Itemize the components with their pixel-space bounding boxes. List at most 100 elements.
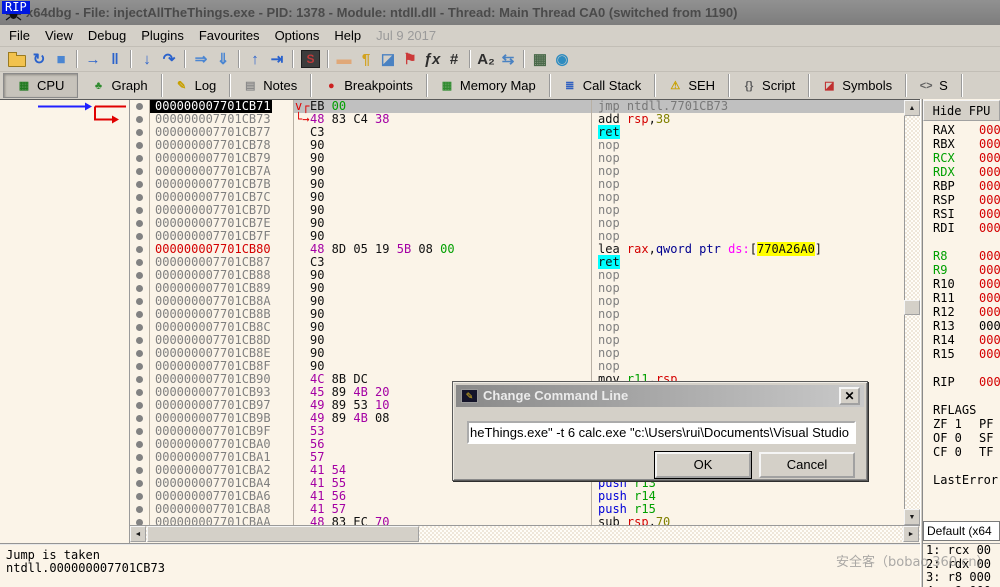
breakpoint-dot[interactable] — [136, 207, 143, 214]
menu-help[interactable]: Help — [334, 28, 361, 43]
register-row[interactable]: R10000 — [923, 277, 1000, 291]
ok-button[interactable]: OK — [655, 452, 751, 478]
register-row[interactable]: RBX000 — [923, 137, 1000, 151]
tab-source[interactable]: <>S — [906, 74, 962, 97]
menu-file[interactable]: File — [9, 28, 30, 43]
breakpoint-dot[interactable] — [136, 220, 143, 227]
breakpoint-dot[interactable] — [136, 246, 143, 253]
breakpoint-dot[interactable] — [136, 350, 143, 357]
breakpoint-dot[interactable] — [136, 194, 143, 201]
breakpoint-dot[interactable] — [136, 363, 143, 370]
breakpoint-dot[interactable] — [136, 506, 143, 513]
dialog-title-bar[interactable]: ✎ Change Command Line ✕ — [456, 385, 864, 407]
breakpoint-dot[interactable] — [136, 272, 143, 279]
scroll-left-icon[interactable]: ◄ — [130, 526, 146, 542]
run-until-user-code-icon[interactable]: ⇥ — [266, 49, 288, 69]
breakpoint-dot[interactable] — [136, 103, 143, 110]
breakpoint-dot[interactable] — [136, 116, 143, 123]
tab-call-stack[interactable]: ≣Call Stack — [550, 74, 656, 97]
register-row[interactable]: R12000 — [923, 305, 1000, 319]
hash-icon[interactable]: # — [443, 49, 465, 69]
register-row[interactable]: RSP000 — [923, 193, 1000, 207]
breakpoint-dot[interactable] — [136, 259, 143, 266]
register-row[interactable]: R9000 — [923, 263, 1000, 277]
tab-graph[interactable]: ♣Graph — [78, 74, 161, 97]
scroll-up-icon[interactable]: ▲ — [904, 100, 920, 116]
register-row[interactable]: R15000 — [923, 347, 1000, 361]
labels-icon[interactable]: ◪ — [377, 49, 399, 69]
tab-symbols[interactable]: ◪Symbols — [809, 74, 906, 97]
patches-icon[interactable]: ▬ — [333, 49, 355, 69]
breakpoint-dot[interactable] — [136, 298, 143, 305]
tab-notes[interactable]: ▤Notes — [230, 74, 311, 97]
disasm-vertical-scrollbar[interactable]: ▲ ▼ — [904, 100, 920, 525]
register-row[interactable]: OF 0SF — [923, 431, 1000, 445]
bookmarks-icon[interactable]: ⚑ — [399, 49, 421, 69]
tab-cpu[interactable]: ▦CPU — [3, 73, 78, 98]
register-row[interactable]: RFLAGS — [923, 403, 1000, 417]
menu-favourites[interactable]: Favourites — [199, 28, 260, 43]
breakpoint-dot[interactable] — [136, 311, 143, 318]
breakpoint-dot[interactable] — [136, 493, 143, 500]
step-over-icon[interactable]: ↷ — [158, 49, 180, 69]
tab-seh[interactable]: ⚠SEH — [655, 74, 729, 97]
restart-icon[interactable]: ↻ — [28, 49, 50, 69]
functions-icon[interactable]: ƒx — [421, 49, 443, 69]
assemble-icon[interactable]: A₂ — [475, 49, 497, 69]
breakpoint-dot[interactable] — [136, 376, 143, 383]
breakpoint-dot[interactable] — [136, 233, 143, 240]
cancel-button[interactable]: Cancel — [759, 452, 855, 478]
attach-icon[interactable]: ⇆ — [497, 49, 519, 69]
command-line-input[interactable] — [467, 421, 856, 444]
register-row[interactable]: RSI000 — [923, 207, 1000, 221]
breakpoint-dot[interactable] — [136, 389, 143, 396]
vertical-scroll-thumb[interactable] — [904, 300, 920, 315]
breakpoint-dot[interactable] — [136, 454, 143, 461]
register-row[interactable]: RDI000 — [923, 221, 1000, 235]
register-row[interactable]: LastError — [923, 473, 1000, 487]
register-row[interactable]: R14000 — [923, 333, 1000, 347]
tab-script[interactable]: {}Script — [729, 74, 809, 97]
step-out-icon[interactable]: ⇓ — [212, 49, 234, 69]
breakpoint-dot[interactable] — [136, 441, 143, 448]
horizontal-scroll-thumb[interactable] — [147, 526, 419, 542]
breakpoint-dot[interactable] — [136, 142, 143, 149]
register-row[interactable]: RBP000 — [923, 179, 1000, 193]
tab-memory-map[interactable]: ▦Memory Map — [427, 74, 550, 97]
menu-debug[interactable]: Debug — [88, 28, 126, 43]
register-row[interactable]: RAX000 — [923, 123, 1000, 137]
comments-icon[interactable]: ¶ — [355, 49, 377, 69]
execute-till-return-icon[interactable]: ⇒ — [190, 49, 212, 69]
title-bar[interactable]: x64dbg - File: injectAllTheThings.exe - … — [0, 0, 1000, 25]
menu-options[interactable]: Options — [275, 28, 320, 43]
tab-breakpoints[interactable]: ●Breakpoints — [311, 74, 427, 97]
register-row[interactable]: CF 0TF — [923, 445, 1000, 459]
scroll-down-icon[interactable]: ▼ — [904, 509, 920, 525]
breakpoint-dot[interactable] — [136, 168, 143, 175]
browser-icon[interactable]: ◉ — [551, 49, 573, 69]
breakpoint-dot[interactable] — [136, 402, 143, 409]
register-row[interactable]: ZF 1PF — [923, 417, 1000, 431]
register-row[interactable]: R8000 — [923, 249, 1000, 263]
tab-log[interactable]: ✎Log — [162, 74, 231, 97]
menu-plugins[interactable]: Plugins — [141, 28, 184, 43]
breakpoint-dot[interactable] — [136, 181, 143, 188]
breakpoint-dot[interactable] — [136, 337, 143, 344]
open-file-icon[interactable] — [6, 49, 28, 69]
breakpoint-dot[interactable] — [136, 415, 143, 422]
close-icon[interactable]: ■ — [50, 49, 72, 69]
calling-convention-select[interactable]: Default (x64 — [923, 521, 1000, 541]
register-row[interactable]: R11000 — [923, 291, 1000, 305]
run-to-user-code-icon[interactable]: ↑ — [244, 49, 266, 69]
pane-splitter[interactable] — [920, 99, 923, 587]
stop-icon[interactable]: S — [301, 50, 320, 68]
register-row[interactable]: RCX000 — [923, 151, 1000, 165]
breakpoint-dot[interactable] — [136, 285, 143, 292]
register-row[interactable]: RIP000 — [923, 375, 1000, 389]
breakpoint-dot[interactable] — [136, 129, 143, 136]
step-into-icon[interactable]: ↓ — [136, 49, 158, 69]
disasm-horizontal-scrollbar[interactable]: ◄ ► — [130, 525, 920, 542]
run-icon[interactable]: → — [82, 49, 104, 69]
hide-fpu-button[interactable]: Hide FPU — [923, 100, 1000, 121]
breakpoint-dot[interactable] — [136, 324, 143, 331]
